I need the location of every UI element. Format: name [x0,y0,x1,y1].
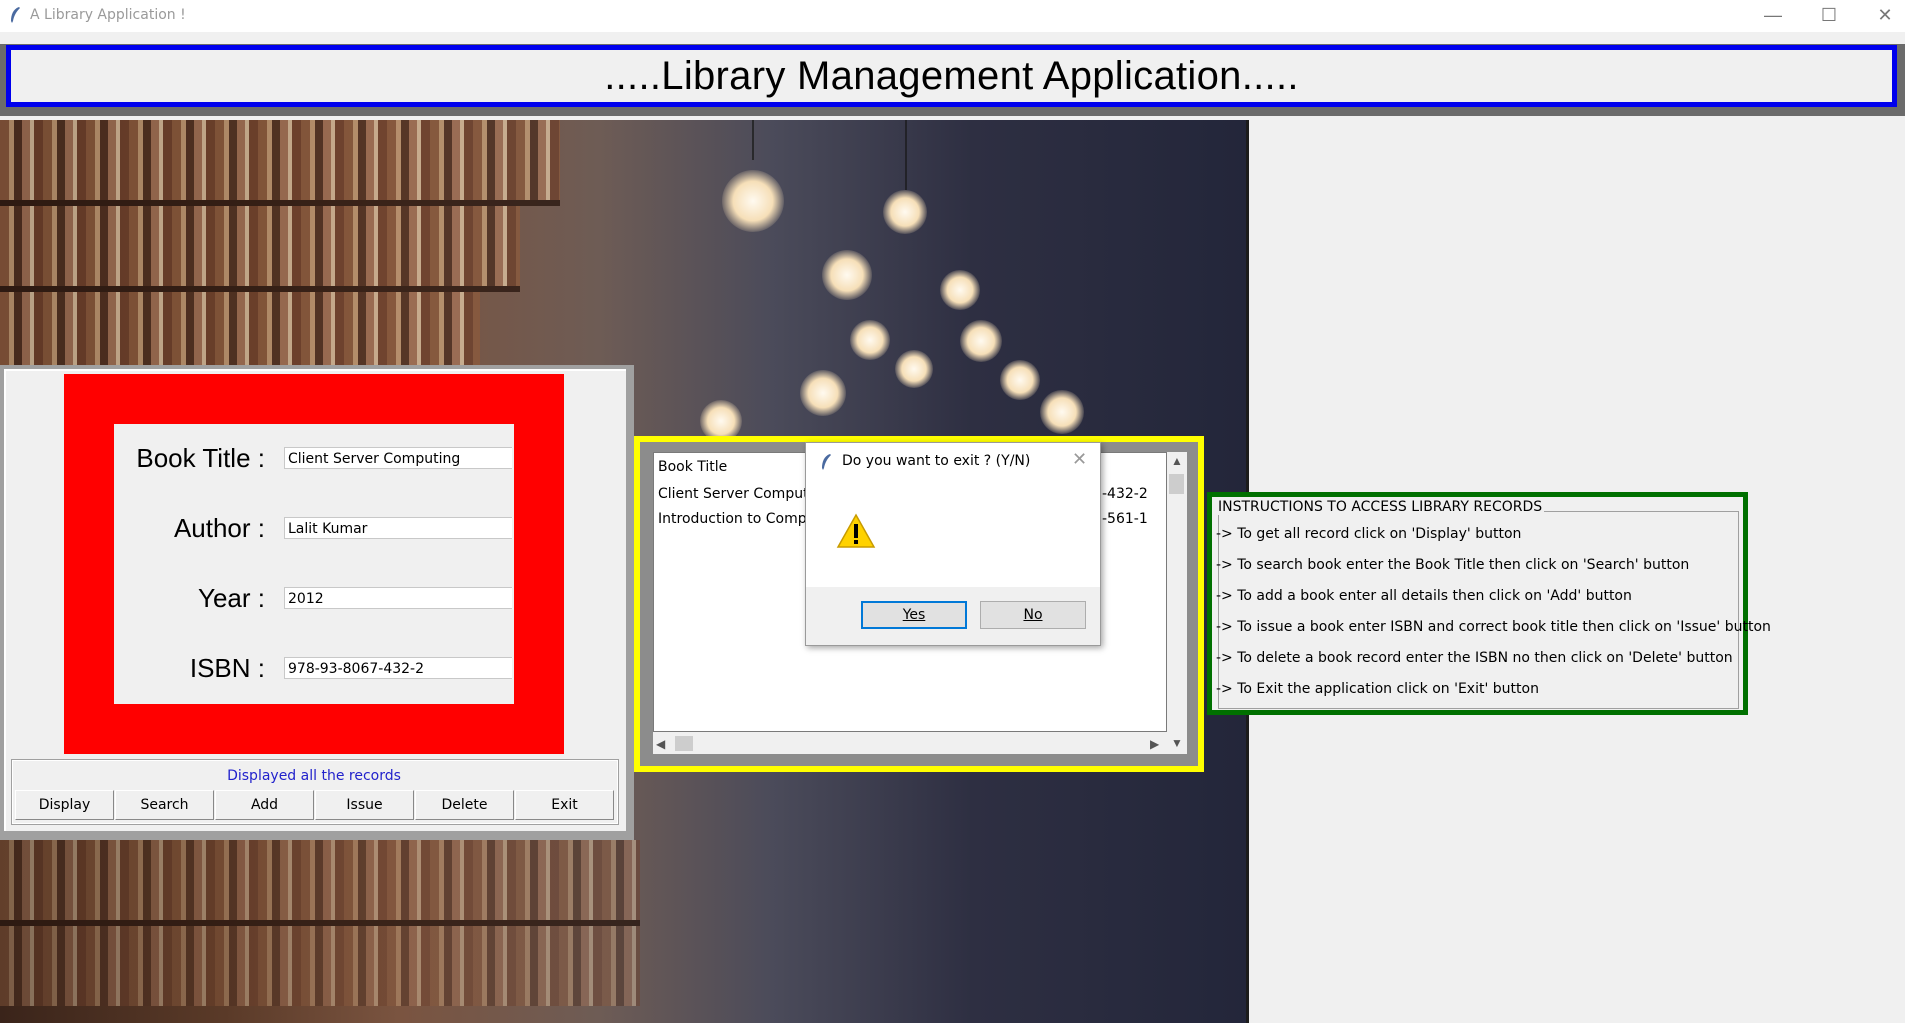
book-title-input[interactable]: Client Server Computing [284,447,512,469]
yes-button[interactable]: Yes [861,601,967,629]
list-item[interactable]: Introduction to Comp [658,511,807,527]
header-banner: .....Library Management Application..... [0,44,1905,116]
book-title-label: Book Title : [136,443,265,473]
instructions-title: INSTRUCTIONS TO ACCESS LIBRARY RECORDS [1216,499,1545,515]
window-titlebar: A Library Application ! — ☐ ✕ [0,0,1905,32]
vertical-scrollbar[interactable] [1167,452,1187,754]
list-item-isbn-fragment: -432-2 [1102,486,1148,502]
exit-confirm-dialog: Do you want to exit ? (Y/N) ✕ Yes No [805,442,1101,646]
issue-button[interactable]: Issue [315,790,414,820]
dialog-close-icon[interactable]: ✕ [1072,449,1087,470]
delete-button[interactable]: Delete [415,790,514,820]
year-label: Year : [198,583,265,613]
status-text: Displayed all the records [227,768,401,784]
instruction-line: -> To search book enter the Book Title t… [1216,557,1690,573]
add-button[interactable]: Add [215,790,314,820]
author-label: Author : [173,513,265,543]
no-button[interactable]: No [980,601,1086,629]
close-icon[interactable]: ✕ [1857,0,1905,32]
instruction-line: -> To delete a book record enter the ISB… [1216,650,1733,666]
horizontal-scrollbar[interactable] [653,732,1167,754]
isbn-label: ISBN : [189,653,265,683]
window-title: A Library Application ! [30,7,186,23]
scroll-right-icon[interactable]: ▶ [1150,737,1159,751]
header-banner-frame: .....Library Management Application..... [6,45,1897,107]
scroll-up-icon[interactable]: ▲ [1171,454,1183,468]
list-item-isbn-fragment: -561-1 [1102,511,1148,527]
feather-icon [11,7,20,23]
instruction-line: -> To get all record click on 'Display' … [1216,526,1522,542]
author-input[interactable]: Lalit Kumar [284,517,512,539]
scroll-down-icon[interactable]: ▼ [1171,736,1183,750]
no-button-label: No [1023,607,1043,623]
exit-button[interactable]: Exit [515,790,614,820]
instruction-line: -> To add a book enter all details then … [1216,588,1632,604]
scroll-left-icon[interactable]: ◀ [656,737,665,751]
year-input[interactable]: 2012 [284,587,512,609]
page-title: .....Library Management Application..... [604,54,1299,98]
vertical-scroll-thumb[interactable] [1169,474,1184,494]
instruction-line: -> To Exit the application click on 'Exi… [1216,681,1539,697]
yes-button-label: Yes [902,607,926,623]
warning-icon [836,513,876,548]
maximize-icon[interactable]: ☐ [1801,0,1857,32]
display-button[interactable]: Display [15,790,114,820]
minimize-icon[interactable]: — [1745,0,1801,32]
search-button[interactable]: Search [115,790,214,820]
feather-icon [822,454,831,470]
list-item[interactable]: Client Server Comput [658,486,809,502]
dialog-title: Do you want to exit ? (Y/N) [842,453,1031,469]
horizontal-scroll-thumb[interactable] [675,736,693,751]
list-header: Book Title [658,459,728,475]
isbn-input[interactable]: 978-93-8067-432-2 [284,657,512,679]
instruction-line: -> To issue a book enter ISBN and correc… [1216,619,1771,635]
